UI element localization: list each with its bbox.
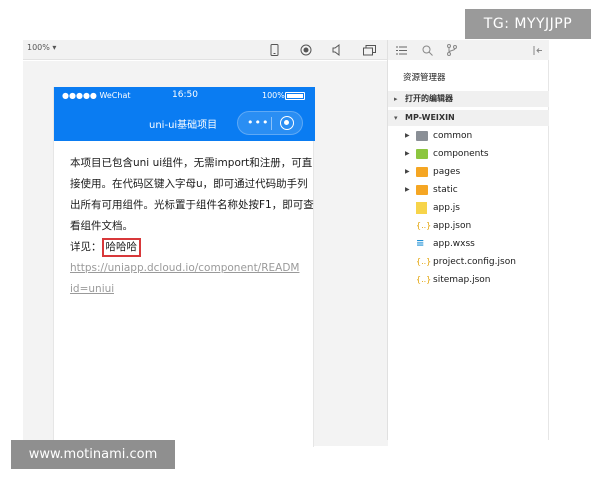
docs-link-continued[interactable]: id=uniui xyxy=(70,279,114,300)
tree-item-pages[interactable]: ▶ pages xyxy=(388,163,549,181)
folder-icon xyxy=(416,149,428,159)
explorer-toolbar xyxy=(388,40,549,60)
explorer-title: 资源管理器 xyxy=(403,73,446,83)
more-menu-icon[interactable]: ••• xyxy=(247,116,269,129)
tree-item-label: static xyxy=(433,185,458,195)
see-label: 详见： xyxy=(70,241,102,253)
status-bar: ●●●●● WeChat 16:50 100% xyxy=(54,87,315,104)
folder-icon xyxy=(416,185,428,195)
json-file-icon: {..} xyxy=(416,275,432,284)
project-section[interactable]: ▾ MP-WEIXIN xyxy=(388,110,549,126)
tree-item-project-config-json[interactable]: {..} project.config.json xyxy=(388,253,549,271)
screenshot-root: TG: MYYJJPP 100% ▾ ●●●●● WeChat 16:50 10… xyxy=(0,0,600,480)
chevron-right-icon[interactable]: ▶ xyxy=(405,163,410,181)
chevron-right-icon[interactable]: ▶ xyxy=(405,181,410,199)
status-time: 16:50 xyxy=(172,90,198,100)
tree-item-label: pages xyxy=(433,167,461,177)
tree-item-label: sitemap.json xyxy=(433,275,491,285)
close-program-icon[interactable] xyxy=(280,116,294,130)
tree-item-app-js[interactable]: app.js xyxy=(388,199,549,217)
chevron-right-icon[interactable]: ▶ xyxy=(405,127,410,145)
folder-icon xyxy=(416,167,428,177)
phone-screen: ●●●●● WeChat 16:50 100% uni-ui基础项目 ••• 本… xyxy=(53,87,315,447)
battery-icon xyxy=(285,92,305,100)
tree-item-sitemap-json[interactable]: {..} sitemap.json xyxy=(388,271,549,289)
search-icon[interactable] xyxy=(420,43,434,57)
tree-item-components[interactable]: ▶ components xyxy=(388,145,549,163)
watermark-top: TG: MYYJJPP xyxy=(465,9,591,39)
navigation-bar: uni-ui基础项目 ••• xyxy=(54,104,315,141)
zoom-select[interactable]: 100% ▾ xyxy=(27,43,56,52)
css-file-icon: ≡ xyxy=(416,238,425,249)
chevron-down-icon: ▾ xyxy=(394,114,398,122)
intro-paragraph: 本项目已包含uni ui组件，无需import和注册，可直接使用。在代码区键入字… xyxy=(70,157,314,232)
carrier-label: ●●●●● WeChat xyxy=(62,91,131,100)
phone-icon[interactable] xyxy=(267,43,281,57)
tree-item-app-json[interactable]: {..} app.json xyxy=(388,217,549,235)
tree-item-label: app.json xyxy=(433,221,472,231)
capsule-divider xyxy=(271,117,272,130)
tree-item-label: common xyxy=(433,131,473,141)
js-file-icon xyxy=(416,202,427,214)
highlighted-text: 哈哈哈 xyxy=(101,238,141,257)
page-content: 本项目已包含uni ui组件，无需import和注册，可直接使用。在代码区键入字… xyxy=(70,153,315,308)
simulator-toolbar: 100% ▾ xyxy=(23,40,388,60)
tree-item-label: app.wxss xyxy=(433,239,475,249)
open-editors-label: 打开的编辑器 xyxy=(405,94,453,103)
tree-item-static[interactable]: ▶ static xyxy=(388,181,549,199)
json-file-icon: {..} xyxy=(416,257,432,266)
folder-icon xyxy=(416,131,428,141)
project-name: MP-WEIXIN xyxy=(405,113,455,122)
open-editors-section[interactable]: ▸ 打开的编辑器 xyxy=(388,91,549,107)
chevron-right-icon: ▸ xyxy=(394,95,398,103)
collapse-panel-icon[interactable] xyxy=(531,43,545,57)
source-control-icon[interactable] xyxy=(445,43,459,57)
mini-program-capsule: ••• xyxy=(237,111,303,135)
battery-level: 100% xyxy=(262,91,285,100)
watermark-bottom: www.motinami.com xyxy=(11,440,175,469)
list-icon[interactable] xyxy=(394,43,408,57)
window-icon[interactable] xyxy=(362,43,376,57)
tree-item-label: app.js xyxy=(433,203,460,213)
page-title: uni-ui基础项目 xyxy=(149,120,218,131)
docs-link[interactable]: https://uniapp.dcloud.io/component/READM xyxy=(70,258,315,279)
record-icon[interactable] xyxy=(299,43,313,57)
tree-item-label: components xyxy=(433,149,489,159)
tree-item-label: project.config.json xyxy=(433,257,516,267)
json-file-icon: {..} xyxy=(416,221,432,230)
chevron-right-icon[interactable]: ▶ xyxy=(405,145,410,163)
audio-icon[interactable] xyxy=(330,43,344,57)
tree-item-app-wxss[interactable]: ≡ app.wxss xyxy=(388,235,549,253)
explorer-panel: 资源管理器 ▸ 打开的编辑器 ▾ MP-WEIXIN ▶ common ▶ compo… xyxy=(388,40,549,440)
tree-item-common[interactable]: ▶ common xyxy=(388,127,549,145)
see-more-line: 详见： 哈哈哈 xyxy=(70,237,315,258)
